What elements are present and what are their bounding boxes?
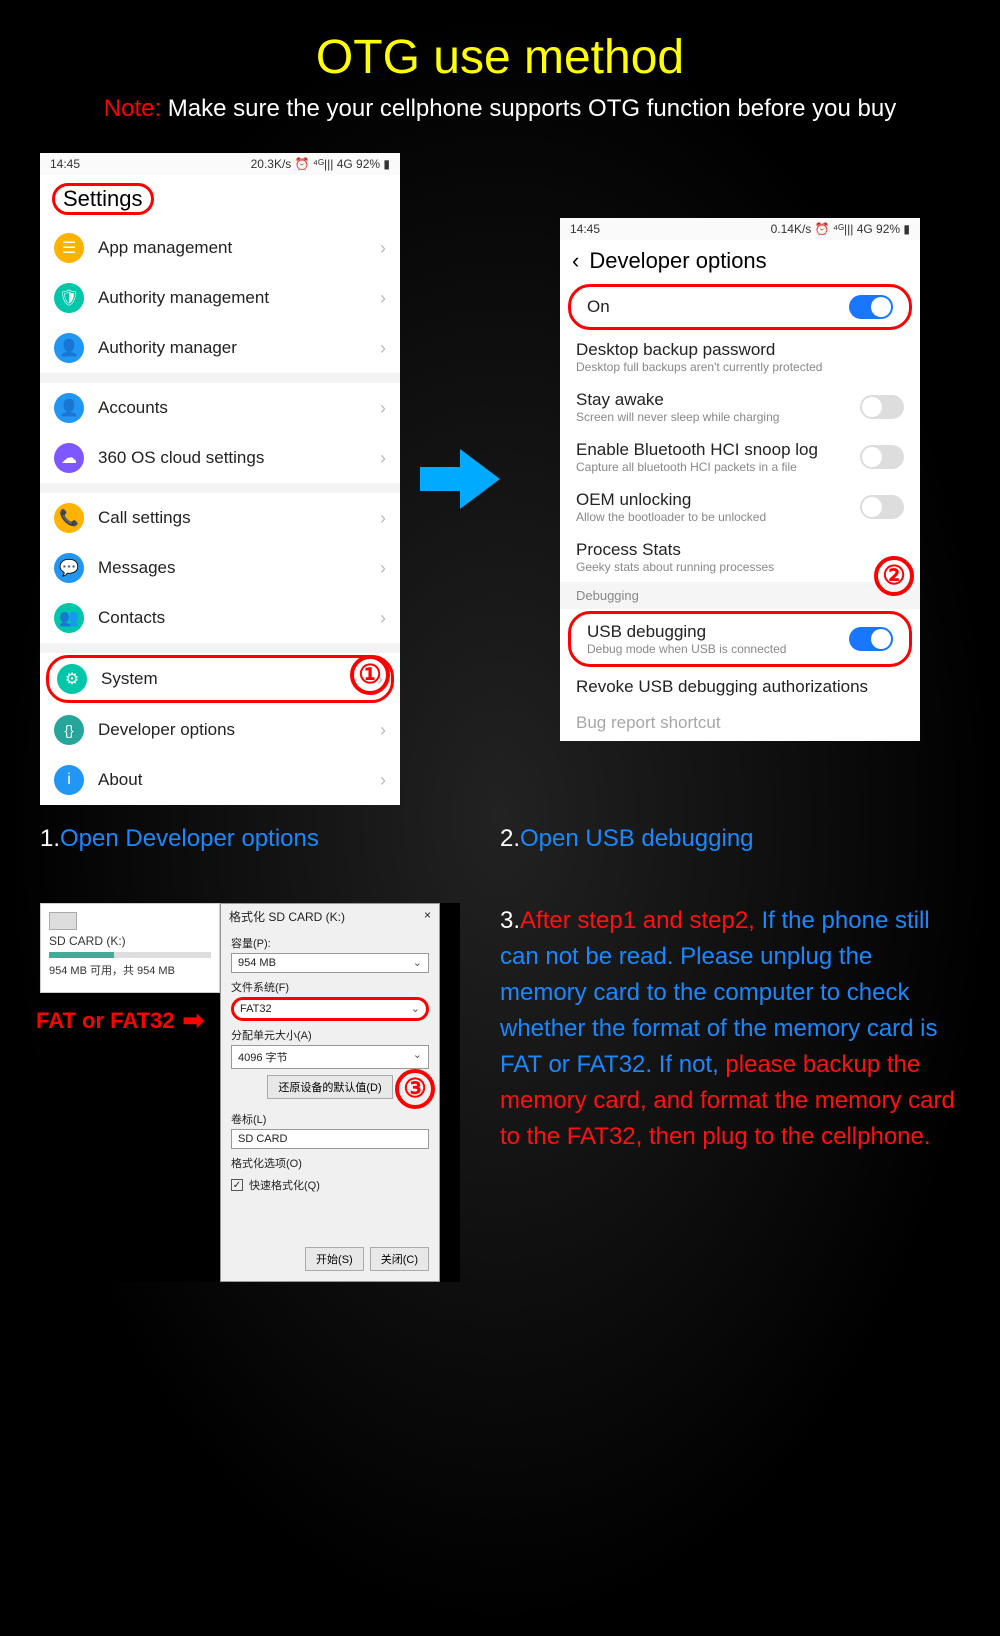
item-cloud-settings[interactable]: ☁360 OS cloud settings› [40,433,400,483]
options-label: 格式化选项(O) [221,1149,439,1173]
chevron-right-icon: › [380,720,386,741]
status-time: 14:45 [570,222,600,236]
alloc-label: 分配单元大小(A) [221,1021,439,1045]
status-time: 14:45 [50,157,80,171]
switch-icon[interactable] [860,395,904,419]
dev-header: ‹ Developer options [560,240,920,282]
sd-card-info[interactable]: SD CARD (K:) 954 MB 可用，共 954 MB [40,903,220,993]
settings-header-label: Settings [52,183,154,215]
status-bar: 14:45 0.14K/s ⏰ ⁴ᴳ||| 4G 92% ▮ [560,218,920,240]
dev-header-label: Developer options [589,248,766,274]
quick-format-checkbox[interactable]: ✓快速格式化(Q) [231,1177,429,1193]
close-icon[interactable]: × [424,908,431,925]
user-icon: 👤 [54,393,84,423]
chevron-right-icon: › [380,238,386,259]
info-icon: i [54,765,84,795]
chevron-right-icon: › [380,558,386,579]
checkbox-icon: ✓ [231,1179,243,1191]
step-badge-1: ① [350,655,390,695]
volume-input[interactable]: SD CARD [231,1129,429,1149]
section-debugging: Debugging [560,582,920,609]
chevron-right-icon: › [380,770,386,791]
switch-icon[interactable] [849,627,893,651]
step-badge-3: ③ [395,1069,435,1109]
note-line: Note: Make sure the your cellphone suppo… [0,95,1000,153]
phone-icon: 📞 [54,503,84,533]
grid-icon: ☰ [54,233,84,263]
drive-name: SD CARD (K:) [49,934,211,948]
item-app-management[interactable]: ☰App management› [40,223,400,273]
item-contacts[interactable]: 👥Contacts› [40,593,400,643]
shield-icon: 🛡 [54,283,84,313]
reset-defaults-button[interactable]: 还原设备的默认值(D) [267,1075,392,1099]
item-desktop-backup[interactable]: Desktop backup passwordDesktop full back… [560,332,920,382]
toggle-usb-debugging[interactable]: USB debuggingDebug mode when USB is conn… [568,611,912,667]
back-icon[interactable]: ‹ [572,248,579,274]
capacity-label: 容量(P): [221,929,439,953]
page-title: OTG use method [0,0,1000,95]
item-call-settings[interactable]: 📞Call settings› [40,493,400,543]
item-bug-report[interactable]: Bug report shortcut [560,705,920,741]
chevron-right-icon: › [380,508,386,529]
status-bar: 14:45 20.3K/s ⏰ ⁴ᴳ||| 4G 92% ▮ [40,153,400,175]
item-accounts[interactable]: 👤Accounts› [40,383,400,433]
item-stay-awake[interactable]: Stay awakeScreen will never sleep while … [560,382,920,432]
filesystem-label: 文件系统(F) [221,973,439,997]
arrow-right-icon: ➡ [183,1005,205,1036]
note-text: Make sure the your cellphone supports OT… [161,95,896,122]
capacity-dropdown[interactable]: 954 MB [231,953,429,973]
close-button[interactable]: 关闭(C) [370,1247,429,1271]
item-authority-management[interactable]: 🛡Authority management› [40,273,400,323]
status-icons: 20.3K/s ⏰ ⁴ᴳ||| 4G 92% ▮ [251,157,390,171]
item-messages[interactable]: 💬Messages› [40,543,400,593]
item-oem-unlocking[interactable]: OEM unlockingAllow the bootloader to be … [560,482,920,532]
item-about[interactable]: iAbout› [40,755,400,805]
dialog-title: 格式化 SD CARD (K:) [229,908,345,925]
capacity-bar [49,952,211,958]
gear-icon: ⚙ [57,664,87,694]
volume-label: 卷标(L) [221,1105,439,1129]
cloud-icon: ☁ [54,443,84,473]
chevron-right-icon: › [380,338,386,359]
step-badge-2: ② [874,556,914,596]
item-bluetooth-snoop[interactable]: Enable Bluetooth HCI snoop logCapture al… [560,432,920,482]
switch-icon[interactable] [860,495,904,519]
arrow-right-icon [430,449,530,509]
fat-label: FAT or FAT32➡ [36,1005,204,1036]
item-process-stats[interactable]: Process StatsGeeky stats about running p… [560,532,920,582]
drive-icon [49,912,77,930]
alloc-dropdown[interactable]: 4096 字节 [231,1045,429,1069]
phone-developer-options: 14:45 0.14K/s ⏰ ⁴ᴳ||| 4G 92% ▮ ‹ Develop… [560,218,920,741]
drive-detail: 954 MB 可用，共 954 MB [49,962,211,978]
chevron-right-icon: › [380,608,386,629]
note-label: Note: [104,95,161,122]
format-dialog: 格式化 SD CARD (K:) × 容量(P): 954 MB 文件系统(F)… [220,903,440,1282]
switch-icon[interactable] [849,295,893,319]
user-icon: 👤 [54,333,84,363]
filesystem-dropdown[interactable]: FAT32 [231,997,429,1021]
caption-step2: 2.Open USB debugging [500,825,960,853]
chevron-right-icon: › [380,398,386,419]
contacts-icon: 👥 [54,603,84,633]
settings-header: Settings [40,175,400,223]
item-authority-manager[interactable]: 👤Authority manager› [40,323,400,373]
step3-instructions: 3.After step1 and step2, If the phone st… [500,903,960,1282]
switch-icon[interactable] [860,445,904,469]
item-revoke-usb[interactable]: Revoke USB debugging authorizations [560,669,920,705]
status-icons: 0.14K/s ⏰ ⁴ᴳ||| 4G 92% ▮ [771,222,910,236]
braces-icon: {} [54,715,84,745]
chevron-right-icon: › [380,288,386,309]
chevron-right-icon: › [380,448,386,469]
format-panel-wrap: FAT or FAT32➡ SD CARD (K:) 954 MB 可用，共 9… [40,903,460,1282]
start-button[interactable]: 开始(S) [305,1247,364,1271]
phone-settings: 14:45 20.3K/s ⏰ ⁴ᴳ||| 4G 92% ▮ Settings … [40,153,400,805]
item-system[interactable]: ⚙System› [46,655,394,703]
caption-step1: 1.Open Developer options [40,825,500,853]
message-icon: 💬 [54,553,84,583]
toggle-developer-on[interactable]: On [568,284,912,330]
item-developer-options[interactable]: {}Developer options› [40,705,400,755]
